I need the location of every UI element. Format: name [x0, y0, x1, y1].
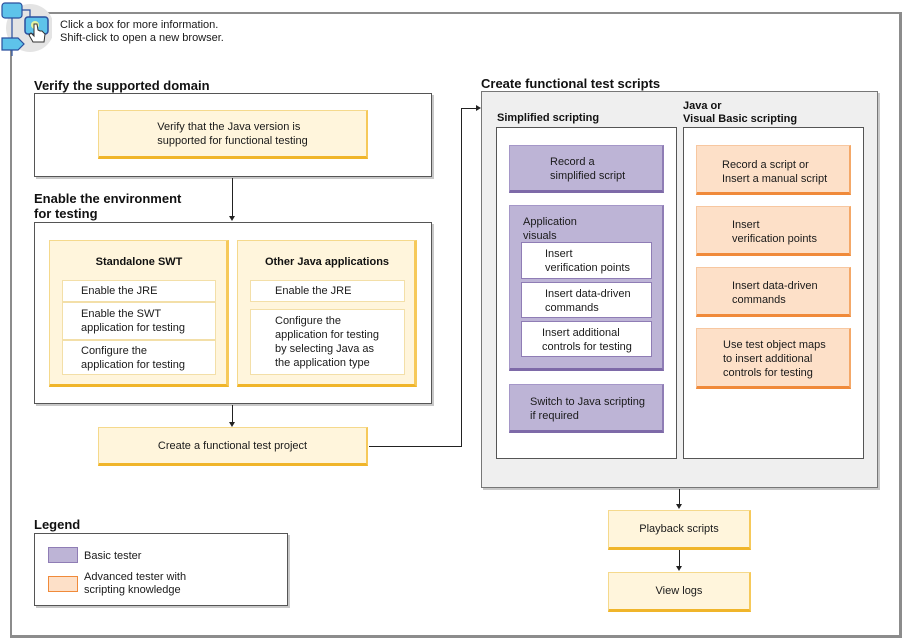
playback-label: Playback scripts: [639, 523, 719, 535]
item-text: Insert: [545, 248, 573, 260]
playback-scripts-box[interactable]: Playback scripts: [608, 510, 751, 550]
box-text: Switch to Java scripting: [530, 396, 645, 408]
enable-jre-swt-item[interactable]: Enable the JRE: [62, 280, 216, 302]
item-text: Insert data-driven: [545, 288, 631, 300]
box-text: Insert a manual script: [722, 173, 828, 185]
standalone-swt-title: Standalone SWT: [95, 256, 183, 268]
item-text: Insert additional: [542, 327, 620, 339]
legend-swatch-basic: [48, 547, 78, 563]
item-text: Configure the: [275, 315, 342, 327]
view-logs-box[interactable]: View logs: [608, 572, 751, 612]
create-scripts-heading: Create functional test scripts: [481, 76, 661, 91]
box-text: simplified script: [550, 170, 626, 182]
record-or-manual-script-box[interactable]: Record a script or Insert a manual scrip…: [696, 145, 851, 195]
insert-data-driven-simplified[interactable]: Insert data-driven commands: [521, 282, 652, 318]
item-text: Enable the SWT: [81, 308, 162, 320]
box-text: Record a: [550, 156, 595, 168]
use-test-object-maps-box[interactable]: Use test object maps to insert additiona…: [696, 328, 851, 389]
item-text: commands: [545, 302, 599, 314]
item-text: application for testing: [81, 322, 185, 334]
connector-line: [461, 108, 462, 447]
box-text: Record a script or: [722, 159, 809, 171]
instructions-text: Click a box for more information. Shift-…: [60, 19, 224, 45]
configure-application-java-item[interactable]: Configure the application for testing by…: [250, 309, 405, 375]
arrow-down-icon: [676, 504, 682, 509]
connector-line: [461, 108, 476, 109]
item-text: application for testing: [275, 329, 379, 341]
box-text: Use test object maps: [723, 339, 826, 351]
legend-label-basic: Basic tester: [84, 550, 142, 562]
item-text: Configure the: [81, 344, 148, 357]
verify-java-version-box[interactable]: Verify that the Java version is supporte…: [98, 110, 368, 159]
verify-domain-heading: Verify the supported domain: [34, 78, 210, 93]
simplified-scripting-title: Simplified scripting: [497, 112, 600, 124]
heading-line: Java or: [683, 100, 722, 112]
item-text: by selecting Java as: [275, 343, 375, 355]
legend-text-line: scripting knowledge: [84, 584, 181, 596]
step-text-line: supported for functional testing: [157, 134, 308, 147]
insert-verification-points-advanced[interactable]: Insert verification points: [696, 206, 851, 256]
heading-line: Visual Basic scripting: [683, 113, 798, 125]
item-text: application for testing: [81, 358, 185, 371]
java-vb-scripting-title: Java or Visual Basic scripting: [683, 100, 797, 126]
box-text: visuals: [523, 230, 557, 242]
step-text-line: Verify that the Java version is: [157, 120, 301, 133]
instruction-line-2: Shift-click to open a new browser.: [60, 32, 224, 44]
connector-line: [232, 178, 233, 218]
enable-environment-heading: Enable the environment for testing: [34, 191, 181, 221]
connector-line: [369, 446, 461, 447]
box-text: controls for testing: [723, 367, 813, 379]
arrow-down-icon: [229, 216, 235, 221]
item-text: verification points: [545, 262, 630, 274]
legend-label-advanced: Advanced tester with scripting knowledge: [84, 571, 186, 597]
item-text: Enable the JRE: [275, 285, 352, 297]
insert-additional-controls-simplified[interactable]: Insert additional controls for testing: [521, 321, 652, 357]
heading-line: Enable the environment: [34, 191, 182, 206]
enable-swt-application-item[interactable]: Enable the SWT application for testing: [62, 302, 216, 340]
box-text: Insert data-driven: [732, 280, 818, 292]
item-text: Enable the JRE: [81, 285, 158, 297]
item-text: controls for testing: [542, 341, 632, 353]
box-text: verification points: [732, 233, 817, 245]
other-java-title: Other Java applications: [264, 256, 390, 268]
instruction-line-1: Click a box for more information.: [60, 19, 219, 31]
box-text: Insert: [732, 219, 760, 231]
legend-text-line: Advanced tester with: [84, 571, 187, 583]
item-text: the application type: [275, 357, 370, 369]
arrow-down-icon: [676, 566, 682, 571]
heading-line: for testing: [34, 206, 98, 221]
view-logs-label: View logs: [655, 585, 703, 597]
box-text: commands: [732, 294, 786, 306]
legend-heading: Legend: [34, 517, 81, 532]
create-project-box[interactable]: Create a functional test project: [98, 427, 368, 466]
enable-jre-other-item[interactable]: Enable the JRE: [250, 280, 405, 302]
legend-swatch-advanced: [48, 576, 78, 592]
record-simplified-script-box[interactable]: Record a simplified script: [509, 145, 664, 193]
box-text: if required: [530, 410, 579, 422]
box-text: Application: [523, 216, 577, 228]
flowchart-click-icon: [0, 0, 54, 56]
switch-to-java-box[interactable]: Switch to Java scripting if required: [509, 384, 664, 433]
insert-verification-points-simplified[interactable]: Insert verification points: [521, 242, 652, 279]
insert-data-driven-advanced[interactable]: Insert data-driven commands: [696, 267, 851, 317]
box-text: to insert additional: [723, 353, 813, 365]
configure-application-swt-item[interactable]: Configure the application for testing: [62, 340, 216, 375]
create-project-label: Create a functional test project: [157, 439, 308, 452]
